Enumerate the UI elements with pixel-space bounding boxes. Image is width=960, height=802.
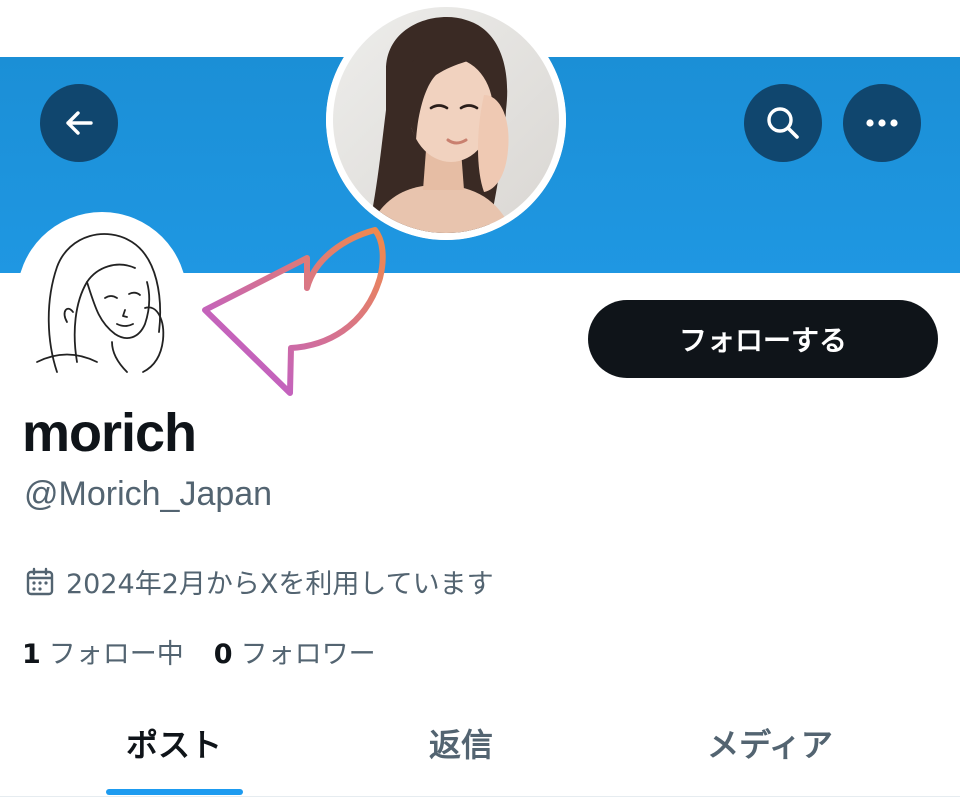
search-button[interactable] bbox=[744, 84, 822, 162]
join-date-text: 2024年2月からXを利用しています bbox=[66, 569, 494, 600]
followers-link[interactable]: 0 フォロワー bbox=[214, 632, 376, 671]
followers-label: フォロワー bbox=[240, 639, 376, 670]
arrow-left-icon bbox=[66, 111, 93, 135]
calendar-icon bbox=[26, 567, 54, 595]
sketch-profile-avatar bbox=[17, 212, 187, 382]
following-count: 1 bbox=[22, 639, 41, 670]
curved-arrow-icon bbox=[202, 227, 386, 396]
following-label: フォロー中 bbox=[48, 639, 184, 670]
follow-counts: 1 フォロー中 0 フォロワー bbox=[22, 632, 406, 671]
active-tab-indicator bbox=[106, 789, 243, 795]
followers-count: 0 bbox=[213, 639, 233, 670]
more-horizontal-icon bbox=[866, 119, 898, 127]
join-date: 2024年2月からXを利用しています bbox=[24, 562, 494, 601]
back-button[interactable] bbox=[40, 84, 118, 162]
display-name: morich bbox=[22, 403, 197, 463]
profile-tabs: ポスト 返信 メディア bbox=[0, 700, 960, 802]
photo-profile-avatar bbox=[326, 0, 566, 240]
follow-button[interactable]: フォローする bbox=[588, 300, 938, 378]
tabs-divider bbox=[0, 796, 960, 797]
user-handle: @Morich_Japan bbox=[24, 475, 273, 513]
tab-media[interactable]: メディア bbox=[690, 720, 850, 766]
more-options-button[interactable] bbox=[843, 84, 921, 162]
tab-replies[interactable]: 返信 bbox=[396, 720, 526, 766]
tab-posts[interactable]: ポスト bbox=[104, 720, 244, 766]
following-link[interactable]: 1 フォロー中 bbox=[22, 632, 184, 671]
search-icon bbox=[767, 107, 799, 139]
